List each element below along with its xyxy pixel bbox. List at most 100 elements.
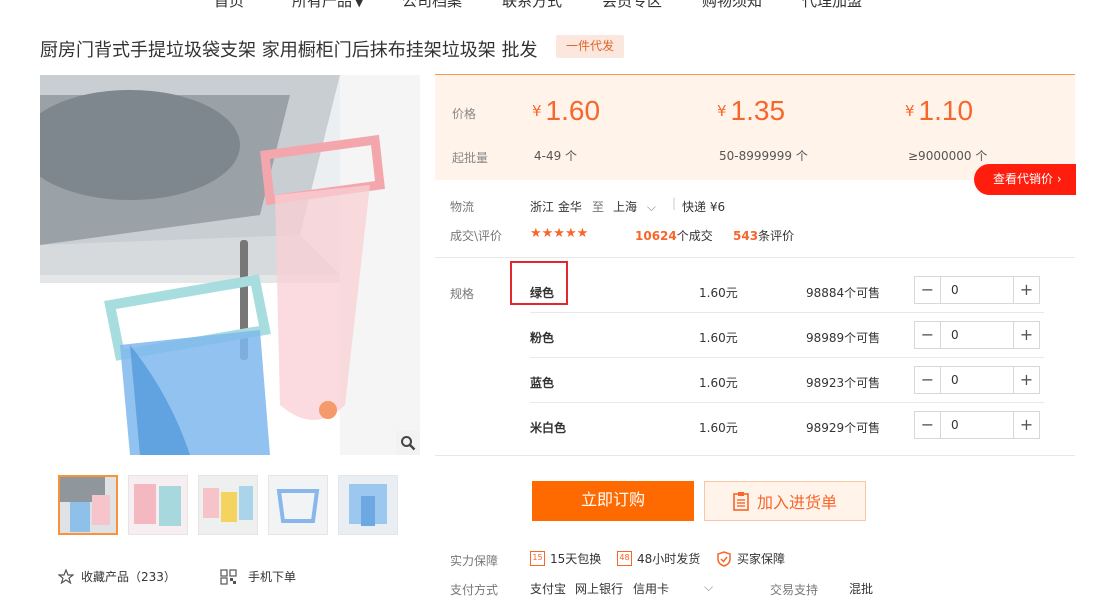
spec-stock: 98884个可售	[806, 286, 881, 300]
price-tier-2: ¥1.35	[717, 95, 785, 127]
spec-price: 1.60元	[699, 286, 738, 300]
thumbnail-2[interactable]	[128, 475, 188, 535]
express-fee: 快递 ¥6	[682, 200, 726, 214]
selection-highlight-box	[510, 261, 568, 305]
favorite-product[interactable]: 收藏产品（233）	[58, 568, 176, 585]
magnifier-icon	[401, 436, 416, 451]
decrease-button[interactable]: −	[915, 277, 941, 303]
spec-price: 1.60元	[699, 421, 738, 435]
spec-name[interactable]: 米白色	[530, 419, 566, 436]
thumbnail-5[interactable]	[338, 475, 398, 535]
view-agent-price-button[interactable]: 查看代销价 ›	[974, 164, 1076, 195]
destination-value: 上海	[613, 200, 638, 214]
mobile-order-label: 手机下单	[248, 570, 297, 584]
divider-line	[530, 312, 1044, 313]
caret-down-icon: ▼	[355, 0, 364, 9]
product-photo	[40, 75, 420, 455]
spec-row-beige: 米白色 1.60元 98929个可售 − +	[530, 406, 1044, 451]
order-now-button[interactable]: 立即订购	[532, 481, 694, 521]
quantity-input[interactable]	[942, 277, 1013, 303]
nav-company-profile[interactable]: 公司档案	[402, 0, 462, 11]
price-panel: 价格 起批量 ¥1.60 ¥1.35 ¥1.10 4-49 个 50-89999…	[435, 74, 1075, 180]
review-count[interactable]: 543条评价	[733, 227, 794, 244]
quantity-input[interactable]	[942, 412, 1013, 438]
spec-name[interactable]: 蓝色	[530, 374, 554, 391]
decrease-button[interactable]: −	[915, 412, 941, 438]
thumbnail-image	[60, 477, 116, 533]
divider: |	[672, 196, 677, 210]
price-value: 1.35	[730, 95, 786, 126]
add-to-cart-label: 加入进货单	[756, 493, 837, 512]
thumbnail-3[interactable]	[198, 475, 258, 535]
quantity-stepper: − +	[914, 276, 1040, 304]
mobile-order[interactable]: 手机下单	[220, 568, 296, 585]
nav-all-products[interactable]: 所有产品 ▼	[292, 0, 363, 11]
nav-contact[interactable]: 联系方式	[502, 0, 562, 11]
increase-button[interactable]: +	[1013, 367, 1039, 393]
spec-row-pink: 粉色 1.60元 98989个可售 − +	[530, 316, 1044, 361]
thumbnail-image	[339, 476, 397, 534]
quantity-input[interactable]	[942, 322, 1013, 348]
increase-button[interactable]: +	[1013, 412, 1039, 438]
shipping-48-icon: 48	[617, 551, 632, 566]
add-to-cart-button[interactable]: 加入进货单	[704, 481, 866, 521]
nav-agent-join[interactable]: 代理加盟	[802, 0, 862, 11]
thumbnail-4[interactable]	[268, 475, 328, 535]
nav-members[interactable]: 会员专区	[602, 0, 662, 11]
guarantee-text: 买家保障	[737, 552, 786, 566]
trade-support-label: 交易支持	[770, 583, 819, 597]
spec-price: 1.60元	[699, 376, 738, 390]
spec-row-green: 绿色 1.60元 98884个可售 − +	[530, 271, 1044, 316]
guarantee-buyer-protection[interactable]: 买家保障	[716, 550, 785, 567]
zoom-button[interactable]	[396, 431, 420, 455]
price-tier-3: ¥1.10	[905, 95, 973, 127]
deal-count-suffix: 个成交	[676, 229, 713, 243]
nav-home[interactable]: 首页	[214, 0, 244, 11]
product-title: 厨房门背式手提垃圾袋支架 家用橱柜门后抹布挂架垃圾架 批发	[40, 40, 538, 61]
price-tier-1: ¥1.60	[532, 95, 600, 127]
spec-stock: 98929个可售	[806, 421, 881, 435]
thumbnail-image	[199, 476, 257, 534]
reviews-label: 成交\评价	[450, 229, 503, 243]
currency-symbol: ¥	[717, 102, 727, 120]
spec-label: 规格	[450, 287, 475, 301]
increase-button[interactable]: +	[1013, 322, 1039, 348]
agent-price-label: 查看代销价	[993, 172, 1054, 186]
main-product-image[interactable]	[40, 75, 420, 455]
guarantee-15-day-exchange[interactable]: 15 15天包换	[530, 550, 601, 567]
destination-select[interactable]: 上海 ⌵	[613, 198, 656, 215]
price-value: 1.60	[545, 95, 601, 126]
nav-all-products-label: 所有产品	[292, 0, 353, 10]
moq-tier-3: ≥9000000 个	[908, 149, 988, 163]
chevron-down-icon[interactable]: ⌵	[704, 580, 713, 595]
quantity-input[interactable]	[942, 367, 1013, 393]
nav-shopping-guide[interactable]: 购物须知	[702, 0, 762, 11]
spec-price: 1.60元	[699, 331, 738, 345]
decrease-button[interactable]: −	[915, 322, 941, 348]
deal-count-number: 10624	[635, 229, 677, 243]
deal-count[interactable]: 10624个成交	[635, 227, 713, 244]
currency-symbol: ¥	[532, 102, 542, 120]
rating-stars: ★★★★★	[530, 226, 589, 241]
guarantee-48h-shipping[interactable]: 48 48小时发货	[617, 550, 700, 567]
payment-credit-card: 信用卡	[633, 582, 670, 596]
divider-line	[530, 402, 1044, 403]
price-value: 1.10	[918, 95, 974, 126]
moq-tier-2: 50-8999999 个	[719, 149, 808, 163]
spec-name[interactable]: 粉色	[530, 329, 554, 346]
moq-tier-1: 4-49 个	[534, 149, 578, 163]
origin-location: 浙江 金华	[530, 200, 582, 214]
shield-icon	[717, 550, 731, 567]
increase-button[interactable]: +	[1013, 277, 1039, 303]
chevron-down-icon: ⌵	[646, 200, 656, 214]
decrease-button[interactable]: −	[915, 367, 941, 393]
chevron-right-icon: ›	[1056, 172, 1062, 186]
quantity-stepper: − +	[914, 366, 1040, 394]
qr-code-icon	[220, 568, 237, 585]
top-navigation: 首页 所有产品 ▼ 公司档案 联系方式 会员专区 购物须知 代理加盟	[0, 0, 1094, 12]
quantity-stepper: − +	[914, 321, 1040, 349]
to-label: 至	[592, 200, 605, 214]
payment-label: 支付方式	[450, 583, 499, 597]
thumbnail-1[interactable]	[58, 475, 118, 535]
spec-stock: 98923个可售	[806, 376, 881, 390]
